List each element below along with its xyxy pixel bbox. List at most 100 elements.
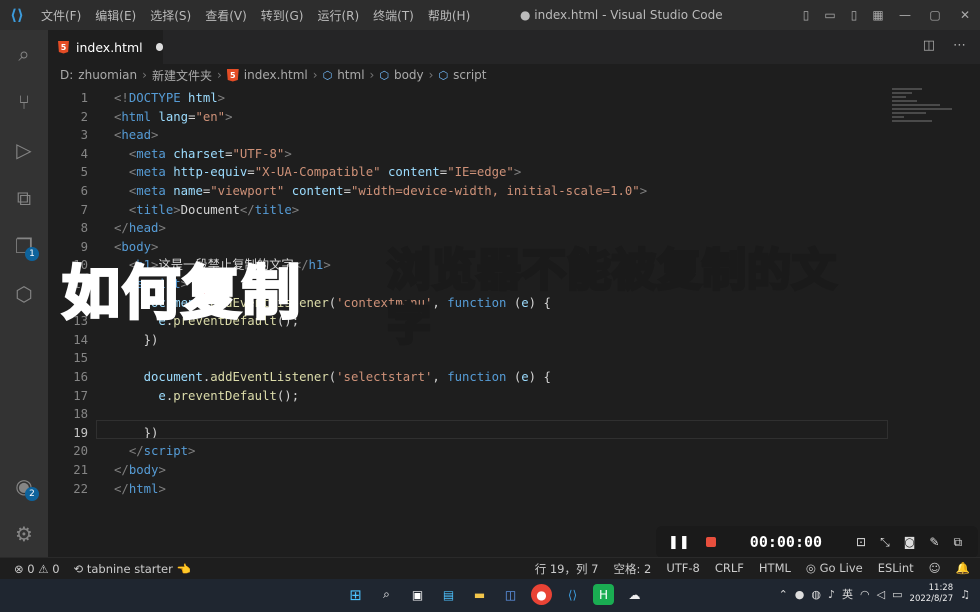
clock[interactable]: 11:28 2022/8/27	[910, 583, 954, 605]
task-view-icon[interactable]: ▣	[407, 584, 428, 605]
extensions-icon[interactable]: ⧉	[0, 174, 48, 222]
popout-icon[interactable]: ⧉	[953, 535, 962, 550]
tabnine-status[interactable]: ⟲ tabnine starter 👈	[74, 562, 191, 576]
vscode-taskbar-icon[interactable]: ⟨⟩	[562, 584, 583, 605]
region-icon[interactable]: ⊡	[856, 535, 866, 550]
menu-item[interactable]: 转到(G)	[254, 7, 311, 24]
code-line[interactable]: 22 </html>	[48, 480, 888, 499]
code-text: </html>	[114, 481, 166, 496]
code-text: })	[114, 332, 159, 347]
line-number: 3	[80, 128, 88, 143]
code-line[interactable]: 16 document.addEventListener('selectstar…	[48, 368, 888, 387]
toggle-sidebar-icon[interactable]: ▯	[794, 8, 818, 22]
cursor-position[interactable]: 行 19，列 7	[535, 561, 599, 577]
minimap[interactable]	[888, 86, 968, 146]
status-bar: ⊗ 0 ⚠ 0 ⟲ tabnine starter 👈 行 19，列 7 空格:…	[0, 557, 980, 579]
microphone-icon[interactable]: ♪	[828, 588, 835, 601]
accounts-icon[interactable]: ◉ 2	[0, 462, 48, 510]
more-actions-icon[interactable]: ⋯	[953, 38, 966, 53]
breadcrumb-folder[interactable]: zhuomian	[78, 68, 137, 82]
windows-taskbar: ⊞ ⌕ ▣ ▤ ▬ ◫ ● ⟨⟩ H ☁ ⌃ ● ◍ ♪ 英 ◠ ◁ ▭ 11:…	[0, 579, 980, 612]
notification-center-icon[interactable]: ♫	[960, 588, 970, 601]
pause-icon[interactable]: ❚❚	[668, 535, 690, 550]
code-line[interactable]: 1 <!DOCTYPE html>	[48, 89, 888, 108]
eslint-status[interactable]: ESLint	[878, 561, 914, 577]
code-text: <meta name="viewport" content="width=dev…	[128, 184, 648, 198]
unsaved-dot-icon[interactable]	[155, 43, 163, 51]
menu-item[interactable]: 运行(R)	[310, 7, 366, 24]
customize-layout-icon[interactable]: ▦	[866, 8, 890, 22]
breadcrumb-symbol[interactable]: body	[394, 68, 424, 82]
wifi-icon[interactable]: ◠	[860, 588, 870, 601]
explorer-search-icon[interactable]: ⌕	[0, 30, 48, 78]
code-line[interactable]: 17 e.preventDefault();	[48, 387, 888, 406]
feedback-icon[interactable]: ☺	[929, 561, 941, 577]
html5-file-icon: 5	[58, 40, 69, 54]
explorer-badge: 1	[25, 247, 39, 261]
breadcrumb-folder[interactable]: 新建文件夹	[152, 67, 212, 84]
vscode-logo-icon: ⟨⟩	[10, 6, 24, 24]
menu-item[interactable]: 编辑(E)	[88, 7, 143, 24]
menu-item[interactable]: 帮助(H)	[421, 7, 477, 24]
code-line[interactable]: 15	[48, 349, 888, 368]
menu-item[interactable]: 选择(S)	[143, 7, 198, 24]
code-line[interactable]: 7 <title>Document</title>	[48, 201, 888, 220]
search-icon[interactable]: ⌕	[376, 584, 397, 605]
volume-icon[interactable]: ◁	[877, 588, 885, 601]
code-line[interactable]: 6 <meta name="viewport" content="width=d…	[48, 182, 888, 201]
code-line[interactable]: 3 <head>	[48, 126, 888, 145]
language-mode[interactable]: HTML	[759, 561, 791, 577]
toggle-secondary-sidebar-icon[interactable]: ▯	[842, 8, 866, 22]
menu-item[interactable]: 文件(F)	[34, 7, 88, 24]
source-control-icon[interactable]: ⑂	[0, 78, 48, 126]
code-line[interactable]: 21 </body>	[48, 461, 888, 480]
system-tray: ⌃ ● ◍ ♪ 英 ◠ ◁ ▭ 11:28 2022/8/27 ♫	[779, 583, 970, 605]
pen-icon[interactable]: ✎	[929, 535, 939, 550]
explorer-icon[interactable]: ❐ 1	[0, 222, 48, 270]
title-controls: ▯ ▭ ▯ ▦ — ▢ ✕	[794, 0, 980, 30]
tray-overflow-icon[interactable]: ⌃	[779, 588, 788, 601]
menu-item[interactable]: 查看(V)	[198, 7, 254, 24]
stop-icon[interactable]	[705, 537, 716, 547]
notifications-icon[interactable]: 🔔	[956, 561, 970, 577]
breadcrumb-symbol[interactable]: html	[337, 68, 364, 82]
widgets-icon[interactable]: ▤	[438, 584, 459, 605]
run-debug-icon[interactable]: ▷	[0, 126, 48, 174]
code-line[interactable]: 4 <meta charset="UTF-8">	[48, 145, 888, 164]
camera-icon[interactable]: ◙	[904, 535, 916, 550]
go-live-button[interactable]: ◎ Go Live	[806, 561, 863, 577]
menu-item[interactable]: 终端(T)	[366, 7, 421, 24]
wechat-tray-icon[interactable]: ◍	[811, 588, 821, 601]
windows-start-icon[interactable]: ⊞	[345, 584, 366, 605]
tab-index-html[interactable]: 5 index.html	[48, 30, 163, 64]
split-editor-icon[interactable]: ◫	[923, 38, 935, 53]
code-line[interactable]: 2 <html lang="en">	[48, 108, 888, 127]
tray-app-icon[interactable]: ●	[795, 588, 805, 601]
code-line[interactable]: 8 </head>	[48, 219, 888, 238]
chrome-icon[interactable]: ●	[531, 584, 552, 605]
hbuilder-icon[interactable]: H	[593, 584, 614, 605]
end-of-line[interactable]: CRLF	[715, 561, 744, 577]
indentation[interactable]: 空格: 2	[613, 561, 651, 577]
problems-indicator[interactable]: ⊗ 0 ⚠ 0	[14, 562, 60, 576]
maximize-button[interactable]: ▢	[920, 8, 950, 22]
settings-gear-icon[interactable]: ⚙	[0, 510, 48, 558]
toggle-panel-icon[interactable]: ▭	[818, 8, 842, 22]
chat-app-icon[interactable]: ☁	[624, 584, 645, 605]
collapse-icon[interactable]: ⤡	[880, 535, 890, 550]
close-button[interactable]: ✕	[950, 8, 980, 22]
battery-icon[interactable]: ▭	[892, 588, 902, 601]
ime-indicator[interactable]: 英	[842, 586, 853, 602]
file-explorer-icon[interactable]: ▬	[469, 584, 490, 605]
store-icon[interactable]: ◫	[500, 584, 521, 605]
breadcrumb-file[interactable]: index.html	[244, 68, 308, 82]
code-line[interactable]: 5 <meta http-equiv="X-UA-Compatible" con…	[48, 163, 888, 182]
code-line[interactable]: 20 </script>	[48, 442, 888, 461]
minimize-button[interactable]: —	[890, 8, 920, 22]
remote-explorer-icon[interactable]: ⬡	[0, 270, 48, 318]
go-live-label: Go Live	[819, 561, 863, 575]
code-text: <html lang="en">	[114, 109, 233, 124]
breadcrumb-drive[interactable]: D:	[60, 68, 73, 82]
breadcrumb-symbol[interactable]: script	[453, 68, 486, 82]
encoding[interactable]: UTF-8	[666, 561, 700, 577]
